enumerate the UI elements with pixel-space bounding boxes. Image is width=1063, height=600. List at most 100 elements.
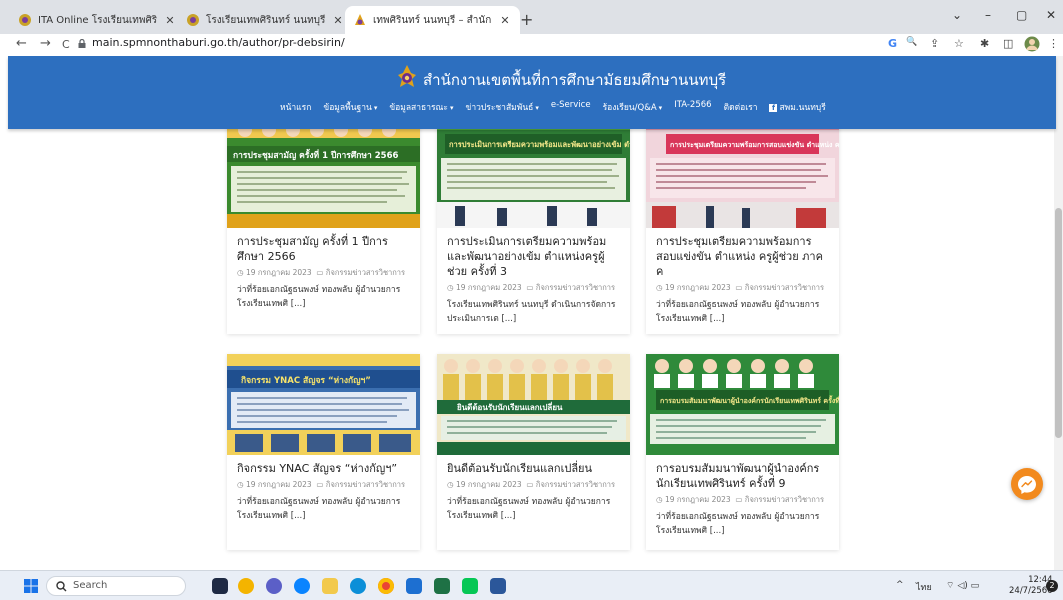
- post-card[interactable]: การประเมินการเตรียมความพร้อมและพัฒนาอย่า…: [437, 116, 630, 334]
- network-volume-battery-icons[interactable]: ⌔ ◁) ▭: [946, 580, 979, 591]
- chat-button[interactable]: [1011, 468, 1043, 500]
- post-category[interactable]: กิจกรรมข่าวสารวิชาการ: [326, 268, 405, 277]
- windows-taskbar: Search ^ ไทย ⌔ ◁) ▭ 12:44 24/7/2566 2: [0, 570, 1063, 600]
- back-button[interactable]: ←: [16, 36, 27, 51]
- menu-item-home[interactable]: หน้าแรก: [280, 100, 311, 114]
- post-title[interactable]: ยินดีต้อนรับนักเรียนแลกเปลี่ยน: [447, 461, 622, 476]
- word-icon[interactable]: [490, 578, 506, 594]
- tab-ita-online[interactable]: ITA Online โรงเรียนเทพศิรินทร์ นนทบุรี ✕: [10, 6, 185, 34]
- mail-icon[interactable]: [406, 578, 422, 594]
- post-image: ยินดีต้อนรับนักเรียนแลกเปลี่ยน: [437, 354, 630, 455]
- menu-item-basic-info[interactable]: ข้อมูลพื้นฐาน ▾: [323, 100, 377, 114]
- post-image: กิจกรรม YNAC สัญจร “ห่างกัญฯ”: [227, 354, 420, 455]
- post-category[interactable]: กิจกรรมข่าวสารวิชาการ: [536, 480, 615, 489]
- address-bar[interactable]: main.spmnonthaburi.go.th/author/pr-debsi…: [92, 36, 345, 49]
- post-thumbnail[interactable]: กิจกรรม YNAC สัญจร “ห่างกัญฯ”: [227, 354, 420, 455]
- post-thumbnail[interactable]: การประเมินการเตรียมความพร้อมและพัฒนาอย่า…: [437, 116, 630, 228]
- tab-title: โรงเรียนเทพศิรินทร์ นนทบุรี | Debsirin: [206, 14, 325, 26]
- bookmark-star-icon[interactable]: ☆: [954, 37, 964, 50]
- post-date[interactable]: 19 กรกฎาคม 2023: [456, 283, 522, 292]
- post-title[interactable]: การอบรมสัมมนาพัฒนาผู้นำองค์กรนักเรียนเทพ…: [656, 461, 831, 491]
- maximize-button[interactable]: ▢: [1016, 8, 1027, 22]
- post-title[interactable]: การประชุมสามัญ ครั้งที่ 1 ปีการศึกษา 256…: [237, 234, 412, 264]
- post-title[interactable]: กิจกรรม YNAC สัญจร “ห่างกัญฯ”: [237, 461, 412, 476]
- close-icon[interactable]: ✕: [163, 14, 177, 27]
- post-title[interactable]: การประชุมเตรียมความพร้อมการสอบแข่งขัน ตำ…: [656, 234, 831, 279]
- menu-item-label: ข้อมูลสาธารณะ: [389, 103, 448, 113]
- close-icon[interactable]: ✕: [331, 14, 345, 27]
- profile-avatar-icon[interactable]: [1024, 36, 1040, 52]
- new-tab-button[interactable]: +: [520, 10, 533, 29]
- close-icon[interactable]: ✕: [498, 14, 512, 27]
- share-icon[interactable]: ⇪: [930, 37, 939, 50]
- line-icon[interactable]: [462, 578, 478, 594]
- window-close-button[interactable]: ✕: [1046, 8, 1056, 22]
- office-logo-icon[interactable]: [396, 65, 418, 89]
- tab-spm-nonthaburi[interactable]: เทพศิรินทร์ นนทบุรี – สำนักงานเขตพื้นที่…: [345, 6, 520, 34]
- post-image: การประเมินการเตรียมความพร้อมและพัฒนาอย่า…: [437, 116, 630, 228]
- post-meta: ◷ 19 กรกฎาคม 2023 ▭ กิจกรรมข่าวสารวิชากา…: [656, 283, 825, 292]
- lock-icon[interactable]: [78, 39, 86, 48]
- post-date[interactable]: 19 กรกฎาคม 2023: [665, 283, 731, 292]
- google-lens-icon[interactable]: G: [888, 37, 897, 50]
- post-image: การประชุมสามัญ ครั้งที่ 1 ปีการศึกษา 256…: [227, 116, 420, 228]
- copilot-icon[interactable]: [238, 578, 254, 594]
- post-category[interactable]: กิจกรรมข่าวสารวิชาการ: [536, 283, 615, 292]
- tab-debsirin[interactable]: โรงเรียนเทพศิรินทร์ นนทบุรี | Debsirin ✕: [178, 6, 353, 34]
- post-card[interactable]: การอบรมสัมมนาพัฒนาผู้นำองค์กรนักเรียนเทพ…: [646, 354, 839, 550]
- taskbar-search-input[interactable]: Search: [46, 576, 186, 596]
- scrollbar-thumb[interactable]: [1055, 208, 1062, 438]
- menu-item-label: ITA-2566: [674, 100, 712, 110]
- file-explorer-icon[interactable]: [322, 578, 338, 594]
- excel-icon[interactable]: [434, 578, 450, 594]
- menu-item-news[interactable]: ข่าวประชาสัมพันธ์ ▾: [466, 100, 539, 114]
- chrome-icon[interactable]: [378, 578, 394, 594]
- post-category[interactable]: กิจกรรมข่าวสารวิชาการ: [745, 283, 824, 292]
- post-image-caption: กิจกรรม YNAC สัญจร “ห่างกัญฯ”: [241, 375, 371, 386]
- post-thumbnail[interactable]: การประชุมสามัญ ครั้งที่ 1 ปีการศึกษา 256…: [227, 116, 420, 228]
- store-icon[interactable]: [294, 578, 310, 594]
- zoom-icon[interactable]: 🔍: [906, 37, 917, 47]
- side-panel-icon[interactable]: ◫: [1003, 37, 1013, 50]
- post-title[interactable]: การประเมินการเตรียมความพร้อมและพัฒนาอย่า…: [447, 234, 622, 279]
- menu-item-label: ติดต่อเรา: [723, 103, 758, 113]
- menu-item-e-service[interactable]: e-Service: [551, 100, 591, 114]
- menu-item-public-info[interactable]: ข้อมูลสาธารณะ ▾: [389, 100, 453, 114]
- edge-icon[interactable]: [350, 578, 366, 594]
- extensions-icon[interactable]: ✱: [980, 37, 989, 50]
- post-card[interactable]: ยินดีต้อนรับนักเรียนแลกเปลี่ยน ยินดีต้อน…: [437, 354, 630, 550]
- notification-badge[interactable]: 2: [1046, 580, 1058, 592]
- forward-button[interactable]: →: [40, 36, 51, 51]
- menu-item-label: หน้าแรก: [280, 103, 312, 113]
- input-language-indicator[interactable]: ไทย: [916, 580, 932, 594]
- post-date[interactable]: 19 กรกฎาคม 2023: [456, 480, 522, 489]
- post-category[interactable]: กิจกรรมข่าวสารวิชาการ: [745, 495, 824, 504]
- post-thumbnail[interactable]: การอบรมสัมมนาพัฒนาผู้นำองค์กรนักเรียนเทพ…: [646, 354, 839, 455]
- tab-search-dropdown-icon[interactable]: ⌄: [952, 8, 962, 22]
- post-category[interactable]: กิจกรรมข่าวสารวิชาการ: [326, 480, 405, 489]
- post-thumbnail[interactable]: ยินดีต้อนรับนักเรียนแลกเปลี่ยน: [437, 354, 630, 455]
- chat-app-icon[interactable]: [266, 578, 282, 594]
- main-menu: หน้าแรก ข้อมูลพื้นฐาน ▾ ข้อมูลสาธารณะ ▾ ข่…: [280, 100, 826, 114]
- minimize-button[interactable]: –: [985, 8, 991, 22]
- windows-start-icon[interactable]: [24, 579, 38, 593]
- post-thumbnail[interactable]: การประชุมเตรียมความพร้อมการสอบแข่งขัน ตำ…: [646, 116, 839, 228]
- post-date[interactable]: 19 กรกฎาคม 2023: [665, 495, 731, 504]
- menu-item-ita[interactable]: ITA-2566: [674, 100, 711, 114]
- post-date[interactable]: 19 กรกฎาคม 2023: [246, 268, 312, 277]
- post-card[interactable]: กิจกรรม YNAC สัญจร “ห่างกัญฯ” กิจกรรม YN…: [227, 354, 420, 550]
- post-card[interactable]: การประชุมเตรียมความพร้อมการสอบแข่งขัน ตำ…: [646, 116, 839, 334]
- menu-item-facebook[interactable]: f สพม.นนทบุรี: [769, 100, 826, 114]
- post-excerpt: ว่าที่ร้อยเอกณัฐธนพงษ์ ทองพลับ ผู้อำนวยก…: [237, 285, 401, 309]
- post-card[interactable]: การประชุมสามัญ ครั้งที่ 1 ปีการศึกษา 256…: [227, 116, 420, 334]
- post-date[interactable]: 19 กรกฎาคม 2023: [246, 480, 312, 489]
- menu-item-complaints[interactable]: ร้องเรียน/Q&A ▾: [603, 100, 663, 114]
- site-title[interactable]: สำนักงานเขตพื้นที่การศึกษามัธยมศึกษานนทบ…: [423, 68, 726, 92]
- widgets-icon[interactable]: [212, 578, 228, 594]
- menu-item-contact[interactable]: ติดต่อเรา: [724, 100, 758, 114]
- tab-strip: ITA Online โรงเรียนเทพศิรินทร์ นนทบุรี ✕…: [0, 0, 1063, 34]
- reload-button[interactable]: C: [62, 38, 70, 51]
- browser-menu-icon[interactable]: ⋮: [1048, 37, 1059, 50]
- facebook-icon: f: [769, 104, 778, 112]
- tray-overflow-icon[interactable]: ^: [896, 580, 904, 590]
